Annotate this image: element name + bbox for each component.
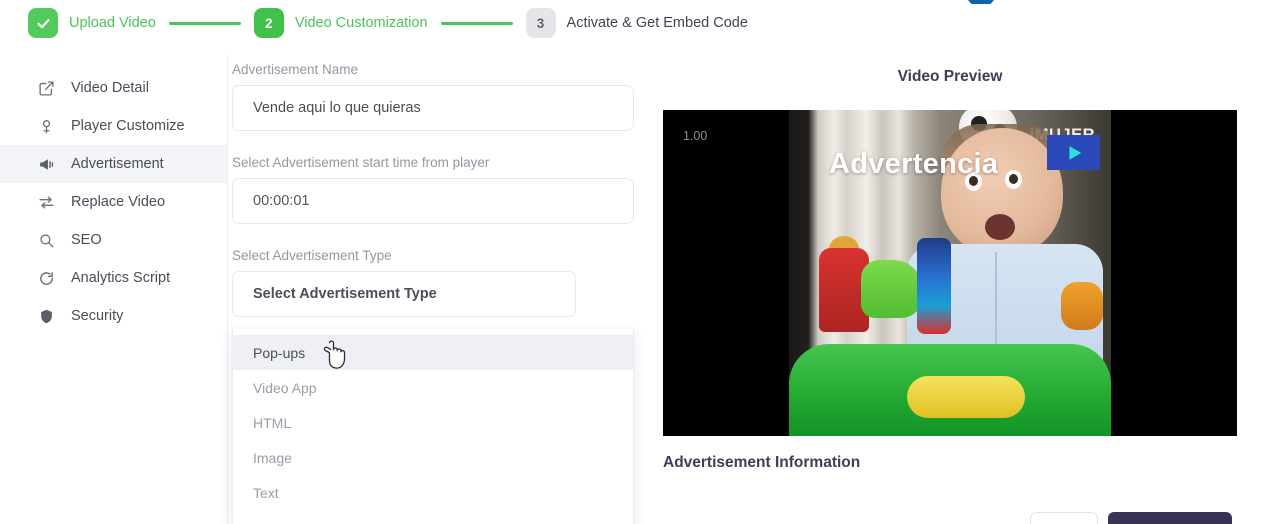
step-1-badge (28, 8, 58, 38)
cancel-button[interactable] (1030, 512, 1098, 524)
advertisement-name-label: Advertisement Name (232, 62, 359, 77)
sidebar-item-label: Video Detail (71, 80, 149, 96)
advertisement-information-heading: Advertisement Information (663, 454, 861, 471)
sidebar-item-label: Security (71, 308, 124, 324)
advertisement-type-dropdown: Pop-ups Video App HTML Image Text (232, 329, 634, 524)
advertisement-name-input[interactable]: Vende aqui lo que quieras (232, 85, 634, 131)
shield-icon (38, 308, 55, 325)
video-preview-player[interactable]: 1.00 iMUJER Advertencia (663, 110, 1237, 436)
step-video-customization[interactable]: 2 Video Customization (253, 8, 428, 38)
sidebar-item-player-customize[interactable]: Player Customize (0, 107, 227, 145)
activity-tray-yellow-pad (907, 376, 1025, 418)
step-activate-embed[interactable]: 3 Activate & Get Embed Code (525, 8, 748, 38)
advertisement-type-select-wrapper: Select Advertisement Type Pop-ups Video … (232, 271, 636, 524)
video-frame-content: iMUJER Advertencia (789, 110, 1111, 436)
advertencia-overlay-text: Advertencia (829, 148, 999, 180)
dropdown-option-text[interactable]: Text (233, 475, 633, 510)
sidebar-item-label: SEO (71, 232, 102, 248)
playback-speed-indicator: 1.00 (683, 129, 708, 143)
megaphone-icon (38, 156, 55, 173)
sidebar-item-label: Replace Video (71, 194, 166, 210)
player-customize-icon (38, 118, 55, 135)
page-root: Upload Video 2 Video Customization 3 Act… (0, 0, 1261, 524)
sidebar-item-analytics-script[interactable]: Analytics Script (0, 259, 227, 297)
sidebar-item-security[interactable]: Security (0, 297, 227, 335)
sidebar-item-video-detail[interactable]: Video Detail (0, 69, 227, 107)
magnifier-icon (38, 232, 55, 249)
dropdown-option-video-app[interactable]: Video App (233, 370, 633, 405)
play-icon (1068, 145, 1081, 160)
sidebar-item-label: Analytics Script (71, 270, 171, 286)
step-3-label: Activate & Get Embed Code (566, 15, 748, 31)
submit-button[interactable] (1108, 512, 1232, 524)
form-action-buttons (1030, 512, 1232, 524)
refresh-circle-icon (38, 270, 55, 287)
sidebar-item-seo[interactable]: SEO (0, 221, 227, 259)
advertisement-form: Advertisement Name Vende aqui lo que qui… (232, 62, 636, 524)
sidebar-item-replace-video[interactable]: Replace Video (0, 183, 227, 221)
step-1-label: Upload Video (69, 15, 156, 31)
dropdown-option-html[interactable]: HTML (233, 405, 633, 440)
sidebar-nav: Video Detail Player Customize Advertisem… (0, 55, 228, 524)
dropdown-option-pop-ups[interactable]: Pop-ups (233, 335, 633, 370)
advertisement-type-label: Select Advertisement Type (232, 248, 392, 263)
video-preview-title: Video Preview (897, 68, 1003, 85)
baby-eye-right (1005, 170, 1022, 189)
sidebar-item-advertisement[interactable]: Advertisement (0, 145, 227, 183)
dropdown-option-image[interactable]: Image (233, 440, 633, 475)
check-icon (36, 18, 50, 28)
toy-green (861, 260, 923, 318)
advertisement-type-select[interactable]: Select Advertisement Type (232, 271, 576, 317)
progress-stepper: Upload Video 2 Video Customization 3 Act… (0, 0, 1261, 46)
step-connector-2 (440, 21, 513, 25)
swap-arrows-icon (38, 194, 55, 211)
sidebar-item-label: Player Customize (71, 118, 185, 134)
mouse-cursor-icon (322, 340, 348, 370)
baby-mouth (985, 214, 1015, 240)
step-2-badge: 2 (253, 8, 284, 38)
start-time-input[interactable]: 00:00:01 (232, 178, 634, 224)
toy-orange (1061, 282, 1103, 330)
sidebar-item-label: Advertisement (71, 156, 164, 172)
step-3-badge: 3 (525, 8, 556, 38)
step-2-label: Video Customization (294, 15, 428, 31)
step-connector-1 (168, 21, 241, 25)
play-badge-overlay[interactable] (1047, 135, 1100, 170)
toy-blue-column (917, 238, 951, 334)
step-upload-video[interactable]: Upload Video (28, 8, 156, 38)
edit-square-icon (38, 80, 55, 97)
start-time-label: Select Advertisement start time from pla… (232, 155, 490, 170)
